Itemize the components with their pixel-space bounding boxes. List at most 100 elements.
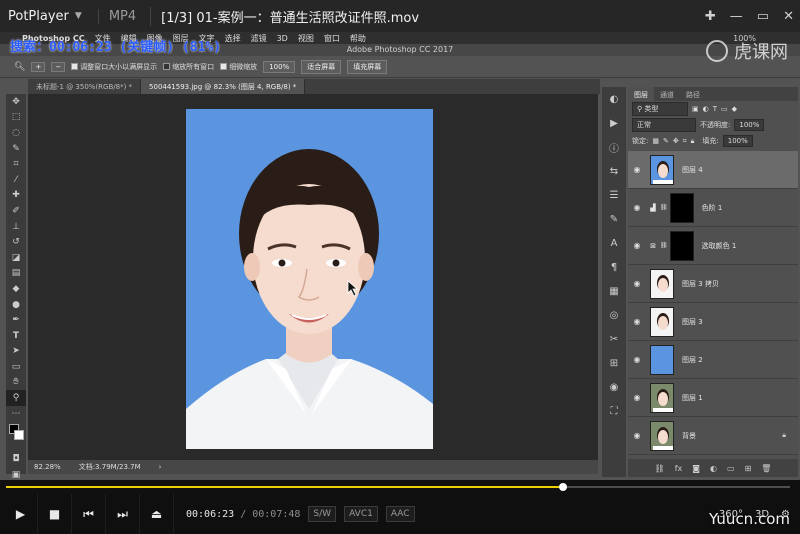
add-mask-icon[interactable]: ◙ [692, 464, 700, 473]
visibility-eye-icon[interactable]: ◉ [628, 203, 646, 212]
group-icon[interactable]: ▭ [727, 464, 735, 473]
resize-windows-checkbox[interactable]: 调整窗口大小以满屏显示 [71, 62, 157, 72]
adjustments-panel-icon[interactable]: ⇆ [602, 159, 626, 183]
layer-kind-filter[interactable]: ⚲ 类型 [632, 102, 688, 116]
previous-button[interactable]: ⏮︎ [72, 494, 106, 534]
next-button[interactable]: ⏭︎ [106, 494, 140, 534]
menu-3d[interactable]: 3D [277, 34, 288, 43]
styles-panel-icon[interactable]: ◎ [602, 303, 626, 327]
eraser-tool-icon[interactable]: ◪ [6, 250, 26, 266]
zoom-out-icon[interactable]: − [51, 61, 66, 72]
new-layer-icon[interactable]: ⊞ [745, 464, 752, 473]
visibility-eye-icon[interactable]: ◉ [628, 355, 646, 364]
seek-knob[interactable] [558, 483, 567, 491]
tab-paths[interactable]: 路径 [680, 87, 706, 101]
brush-tool-icon[interactable]: ✐ [6, 203, 26, 219]
eject-button[interactable]: ⏏︎ [140, 494, 174, 534]
trash-icon[interactable]: 🗑︎ [761, 464, 771, 473]
layer-row[interactable]: ◉ 背景 🔒︎ [628, 417, 798, 455]
layer-row[interactable]: ◉ 图层 3 [628, 303, 798, 341]
eyedropper-tool-icon[interactable]: ⁄ [6, 172, 26, 188]
tab-channels[interactable]: 通道 [654, 87, 680, 101]
canvas-area[interactable] [28, 94, 598, 460]
fit-screen-button[interactable]: 适合屏幕 [301, 59, 342, 74]
video-codec-tag[interactable]: AVC1 [344, 506, 378, 522]
seek-bar[interactable] [0, 480, 800, 494]
shape-tool-icon[interactable]: ▭ [6, 359, 26, 375]
filter-icons[interactable]: ▣◐T▭◆ [692, 105, 741, 113]
properties-panel-icon[interactable]: ☰ [602, 183, 626, 207]
layer-row[interactable]: ◉ 图层 4 [628, 151, 798, 189]
crop-tool-icon[interactable]: ⌗ [6, 156, 26, 172]
minimize-button[interactable]: — [730, 9, 743, 24]
zoom-tool-icon[interactable]: ⚲ [6, 390, 26, 406]
layer-row[interactable]: ◉ 图层 2 [628, 341, 798, 379]
scrubby-zoom-checkbox[interactable]: 细微缩放 [220, 62, 257, 72]
gradient-tool-icon[interactable]: ▤ [6, 266, 26, 282]
hand-tool-icon[interactable]: ✋︎ [6, 375, 26, 391]
potplayer-menu-button[interactable]: PotPlayer ▼ [0, 9, 90, 24]
id-photo-canvas[interactable] [186, 109, 433, 449]
marquee-tool-icon[interactable]: ⬚ [6, 110, 26, 126]
tab-untitled[interactable]: 未标题-1 @ 350%(RGB/8*) * [28, 79, 142, 94]
lock-icons[interactable]: ▦✎✥⌗🔒︎ [652, 137, 698, 146]
path-select-tool-icon[interactable]: ➤ [6, 344, 26, 360]
decoder-tag[interactable]: S/W [308, 506, 337, 522]
lasso-tool-icon[interactable]: ◌ [6, 125, 26, 141]
navigator-panel-icon[interactable]: ⛶ [602, 399, 626, 423]
layer-row[interactable]: ◉ ⊠ ⛓ 选取颜色 1 [628, 227, 798, 265]
zoom-100-button[interactable]: 100% [263, 60, 296, 73]
libraries-panel-icon[interactable]: ⊞ [602, 351, 626, 375]
blur-tool-icon[interactable]: ◆ [6, 281, 26, 297]
fx-icon[interactable]: fx [675, 464, 683, 473]
zoom-all-checkbox[interactable]: 缩放所有窗口 [163, 62, 214, 72]
tools-panel-icon[interactable]: ✂ [602, 327, 626, 351]
layer-row[interactable]: ◉ 图层 1 [628, 379, 798, 417]
color-panel-icon[interactable]: ◉ [602, 375, 626, 399]
layer-row[interactable]: ◉ ▟ ⛓ 色阶 1 [628, 189, 798, 227]
pen-tool-icon[interactable]: ✒ [6, 312, 26, 328]
actions-panel-icon[interactable]: ▶ [602, 111, 626, 135]
character-panel-icon[interactable]: A [602, 231, 626, 255]
adjustment-layer-icon[interactable]: ◐ [710, 464, 717, 473]
maximize-button[interactable]: ▭ [757, 9, 769, 24]
link-layers-icon[interactable]: ⛓ [655, 464, 665, 473]
swatches-panel-icon[interactable]: ▦ [602, 279, 626, 303]
opacity-field[interactable]: 100% [734, 119, 765, 131]
tab-photo[interactable]: 500441593.jpg @ 82.3% (图层 4, RGB/8) * [141, 79, 306, 94]
layer-row[interactable]: ◉ 图层 3 拷贝 [628, 265, 798, 303]
menu-select[interactable]: 选择 [225, 33, 241, 44]
paragraph-panel-icon[interactable]: ¶ [602, 255, 626, 279]
quick-select-tool-icon[interactable]: ✎ [6, 141, 26, 157]
zoom-tool-icon[interactable]: 🔍︎ [14, 62, 25, 72]
move-tool-icon[interactable]: ✥ [6, 94, 26, 110]
visibility-eye-icon[interactable]: ◉ [628, 317, 646, 326]
more-tools-icon[interactable]: ⋯ [6, 406, 26, 422]
status-expand-icon[interactable]: › [159, 463, 162, 471]
stop-button[interactable]: ■ [38, 494, 72, 534]
menu-filter[interactable]: 滤镜 [251, 33, 267, 44]
visibility-eye-icon[interactable]: ◉ [628, 279, 646, 288]
dodge-tool-icon[interactable]: ● [6, 297, 26, 313]
fill-screen-button[interactable]: 填充屏幕 [347, 59, 388, 74]
zoom-level[interactable]: 82.28% [34, 463, 61, 471]
stamp-tool-icon[interactable]: ⊥ [6, 219, 26, 235]
history-brush-icon[interactable]: ↺ [6, 234, 26, 250]
quick-mask-icon[interactable]: ◘ [6, 451, 26, 467]
color-swatches-icon[interactable] [6, 421, 26, 451]
tab-layers[interactable]: 图层 [628, 87, 654, 101]
audio-codec-tag[interactable]: AAC [385, 506, 415, 522]
menu-view[interactable]: 视图 [298, 33, 314, 44]
fill-field[interactable]: 100% [722, 135, 753, 147]
pin-icon[interactable]: ✚ [705, 9, 716, 24]
play-button[interactable]: ▶ [4, 494, 38, 534]
lock-icon[interactable]: 🔒︎ [782, 431, 786, 440]
history-panel-icon[interactable]: ◐ [602, 87, 626, 111]
brush-panel-icon[interactable]: ✎ [602, 207, 626, 231]
info-panel-icon[interactable]: ⓘ [602, 135, 626, 159]
close-button[interactable]: ✕ [783, 9, 794, 24]
zoom-in-icon[interactable]: + [31, 61, 46, 72]
visibility-eye-icon[interactable]: ◉ [628, 431, 646, 440]
visibility-eye-icon[interactable]: ◉ [628, 165, 646, 174]
healing-tool-icon[interactable]: ✚ [6, 188, 26, 204]
